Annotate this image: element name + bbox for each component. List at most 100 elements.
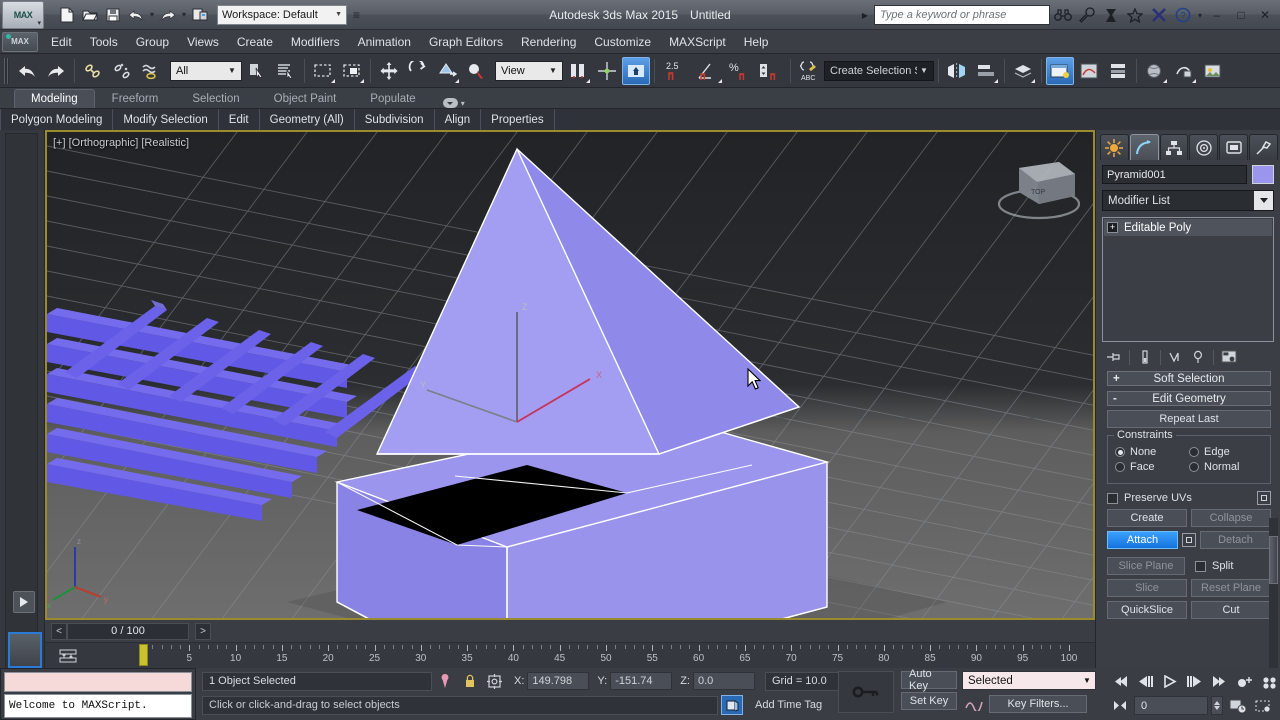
spinner-snap-toggle-icon[interactable] [756, 57, 786, 85]
maxscript-input-field[interactable] [4, 672, 192, 692]
menu-item-modifiers[interactable]: Modifiers [282, 32, 349, 52]
autodesk-exchange-icon[interactable] [1100, 4, 1122, 26]
absolute-relative-transform-icon[interactable] [482, 673, 506, 689]
set-key-toggle-button[interactable] [838, 671, 894, 713]
percent-snap-toggle-icon[interactable]: % [725, 57, 755, 85]
help-dropdown-icon[interactable]: ▾ [1196, 11, 1204, 20]
select-and-link-icon[interactable] [79, 57, 107, 85]
scrollbar-thumb[interactable] [1269, 536, 1278, 584]
rollout-header-soft-selection[interactable]: + Soft Selection [1107, 371, 1271, 386]
isolate-selection-icon[interactable] [432, 673, 458, 689]
open-mini-curve-editor-icon[interactable] [57, 646, 79, 666]
repeat-last-button[interactable]: Repeat Last [1107, 410, 1271, 428]
maxscript-output-field[interactable]: Welcome to MAXScript. [4, 694, 192, 718]
time-slider-handle[interactable] [139, 644, 148, 666]
ribbon-panel-subdivision[interactable]: Subdivision [355, 109, 435, 130]
rollout-header-edit-geometry[interactable]: - Edit Geometry [1107, 391, 1271, 406]
align-icon[interactable] [972, 57, 1000, 85]
viewport-label[interactable]: [+] [Orthographic] [Realistic] [53, 137, 189, 149]
bind-to-space-warp-icon[interactable] [137, 57, 165, 85]
ribbon-tab-populate[interactable]: Populate [353, 89, 432, 108]
zoom-all-button[interactable] [1258, 671, 1280, 692]
redo-icon[interactable] [157, 4, 179, 26]
redo-scene-operation-icon[interactable] [42, 57, 70, 85]
menu-item-edit[interactable]: Edit [42, 32, 81, 52]
open-file-icon[interactable] [79, 4, 101, 26]
coord-z-field[interactable]: 0.0 [692, 672, 755, 690]
frame-spinner[interactable] [1211, 696, 1223, 715]
search-expander-icon[interactable]: ▶ [862, 11, 868, 20]
toggle-scene-explorer-icon[interactable] [1046, 56, 1074, 85]
slice-plane-button[interactable]: Slice Plane [1107, 557, 1185, 575]
go-to-end-button[interactable] [1208, 671, 1231, 692]
snaps-toggle-icon[interactable] [622, 56, 650, 85]
wrench-icon[interactable] [1076, 4, 1098, 26]
create-button[interactable]: Create [1107, 509, 1187, 527]
help-icon[interactable]: ? [1172, 4, 1194, 26]
menu-item-tools[interactable]: Tools [81, 32, 127, 52]
pin-stack-icon[interactable] [1104, 348, 1124, 366]
menu-item-help[interactable]: Help [735, 32, 778, 52]
menu-item-views[interactable]: Views [178, 32, 228, 52]
field-of-view-button[interactable] [1252, 695, 1275, 716]
menu-item-maxscript[interactable]: MAXScript [660, 32, 735, 52]
current-frame-field[interactable]: 0 [1134, 696, 1208, 715]
track-bar-ruler[interactable]: 0510152025303540455055606570758085909510… [89, 643, 1095, 671]
star-icon[interactable] [1124, 4, 1146, 26]
ribbon-panel-polygon-modeling[interactable]: Polygon Modeling [0, 109, 114, 130]
expander-icon[interactable]: + [1107, 222, 1118, 233]
detach-button[interactable]: Detach [1200, 531, 1271, 549]
next-frame-button[interactable] [1183, 671, 1206, 692]
object-name-field[interactable]: Pyramid001 [1102, 165, 1247, 184]
undo-dropdown-icon[interactable]: ▾ [148, 10, 156, 19]
search-input[interactable]: Type a keyword or phrase [874, 5, 1050, 25]
constraint-face-radio[interactable]: Face [1115, 461, 1189, 473]
selection-lock-icon[interactable] [458, 674, 482, 689]
redo-dropdown-icon[interactable]: ▾ [180, 10, 188, 19]
next-frame-button[interactable]: > [195, 622, 211, 640]
split-checkbox[interactable] [1195, 560, 1206, 572]
select-object-icon[interactable] [243, 57, 271, 85]
layer-explorer-icon[interactable] [1009, 57, 1037, 85]
zoom-button[interactable] [1233, 671, 1256, 692]
save-file-icon[interactable] [102, 4, 124, 26]
hierarchy-tab[interactable] [1159, 134, 1189, 160]
remove-modifier-icon[interactable] [1188, 348, 1208, 366]
close-button[interactable]: ✕ [1254, 4, 1276, 26]
go-to-start-button[interactable] [1108, 671, 1131, 692]
configure-modifier-sets-icon[interactable] [1219, 348, 1239, 366]
chevron-down-icon[interactable]: ▾ [37, 19, 41, 27]
time-slider-readout[interactable]: 0 / 100 [67, 622, 189, 640]
edit-named-selection-sets-icon[interactable]: ABC [795, 57, 821, 85]
track-bar[interactable]: 0510152025303540455055606570758085909510… [45, 642, 1095, 670]
x-icon[interactable] [1148, 4, 1170, 26]
angle-snap-degrees-icon[interactable] [694, 57, 724, 85]
color-swatch-rail[interactable] [8, 632, 42, 668]
select-and-place-icon[interactable] [462, 57, 490, 85]
undo-scene-operation-icon[interactable] [13, 57, 41, 85]
cut-button[interactable]: Cut [1191, 601, 1271, 619]
application-menu-button[interactable]: MAX ▾ [2, 0, 44, 29]
time-configuration-button[interactable] [1226, 695, 1249, 716]
constraint-none-radio[interactable]: None [1115, 446, 1189, 458]
attach-settings-icon[interactable] [1182, 533, 1196, 547]
selection-filter-combo[interactable]: All ▼ [170, 60, 242, 81]
collapse-button[interactable]: Collapse [1191, 509, 1271, 527]
maximize-button[interactable]: □ [1230, 4, 1252, 26]
window-crossing-icon[interactable] [338, 57, 366, 85]
menu-item-customize[interactable]: Customize [585, 32, 660, 52]
select-by-name-icon[interactable] [272, 57, 300, 85]
rectangular-selection-region-icon[interactable] [309, 57, 337, 85]
menu-item-graph-editors[interactable]: Graph Editors [420, 32, 512, 52]
set-key-button[interactable]: Set Key [901, 692, 957, 710]
slice-button[interactable]: Slice [1107, 579, 1187, 597]
minimize-button[interactable]: – [1206, 4, 1228, 26]
constraint-edge-radio[interactable]: Edge [1189, 446, 1263, 458]
ribbon-panel-edit[interactable]: Edit [219, 109, 260, 130]
set-project-folder-icon[interactable] [189, 4, 211, 26]
ribbon-panel-modify-selection[interactable]: Modify Selection [113, 109, 219, 130]
menu-item-rendering[interactable]: Rendering [512, 32, 585, 52]
binoculars-icon[interactable] [1052, 4, 1074, 26]
preserve-uvs-settings-icon[interactable] [1257, 491, 1271, 505]
create-tab[interactable] [1100, 134, 1129, 160]
